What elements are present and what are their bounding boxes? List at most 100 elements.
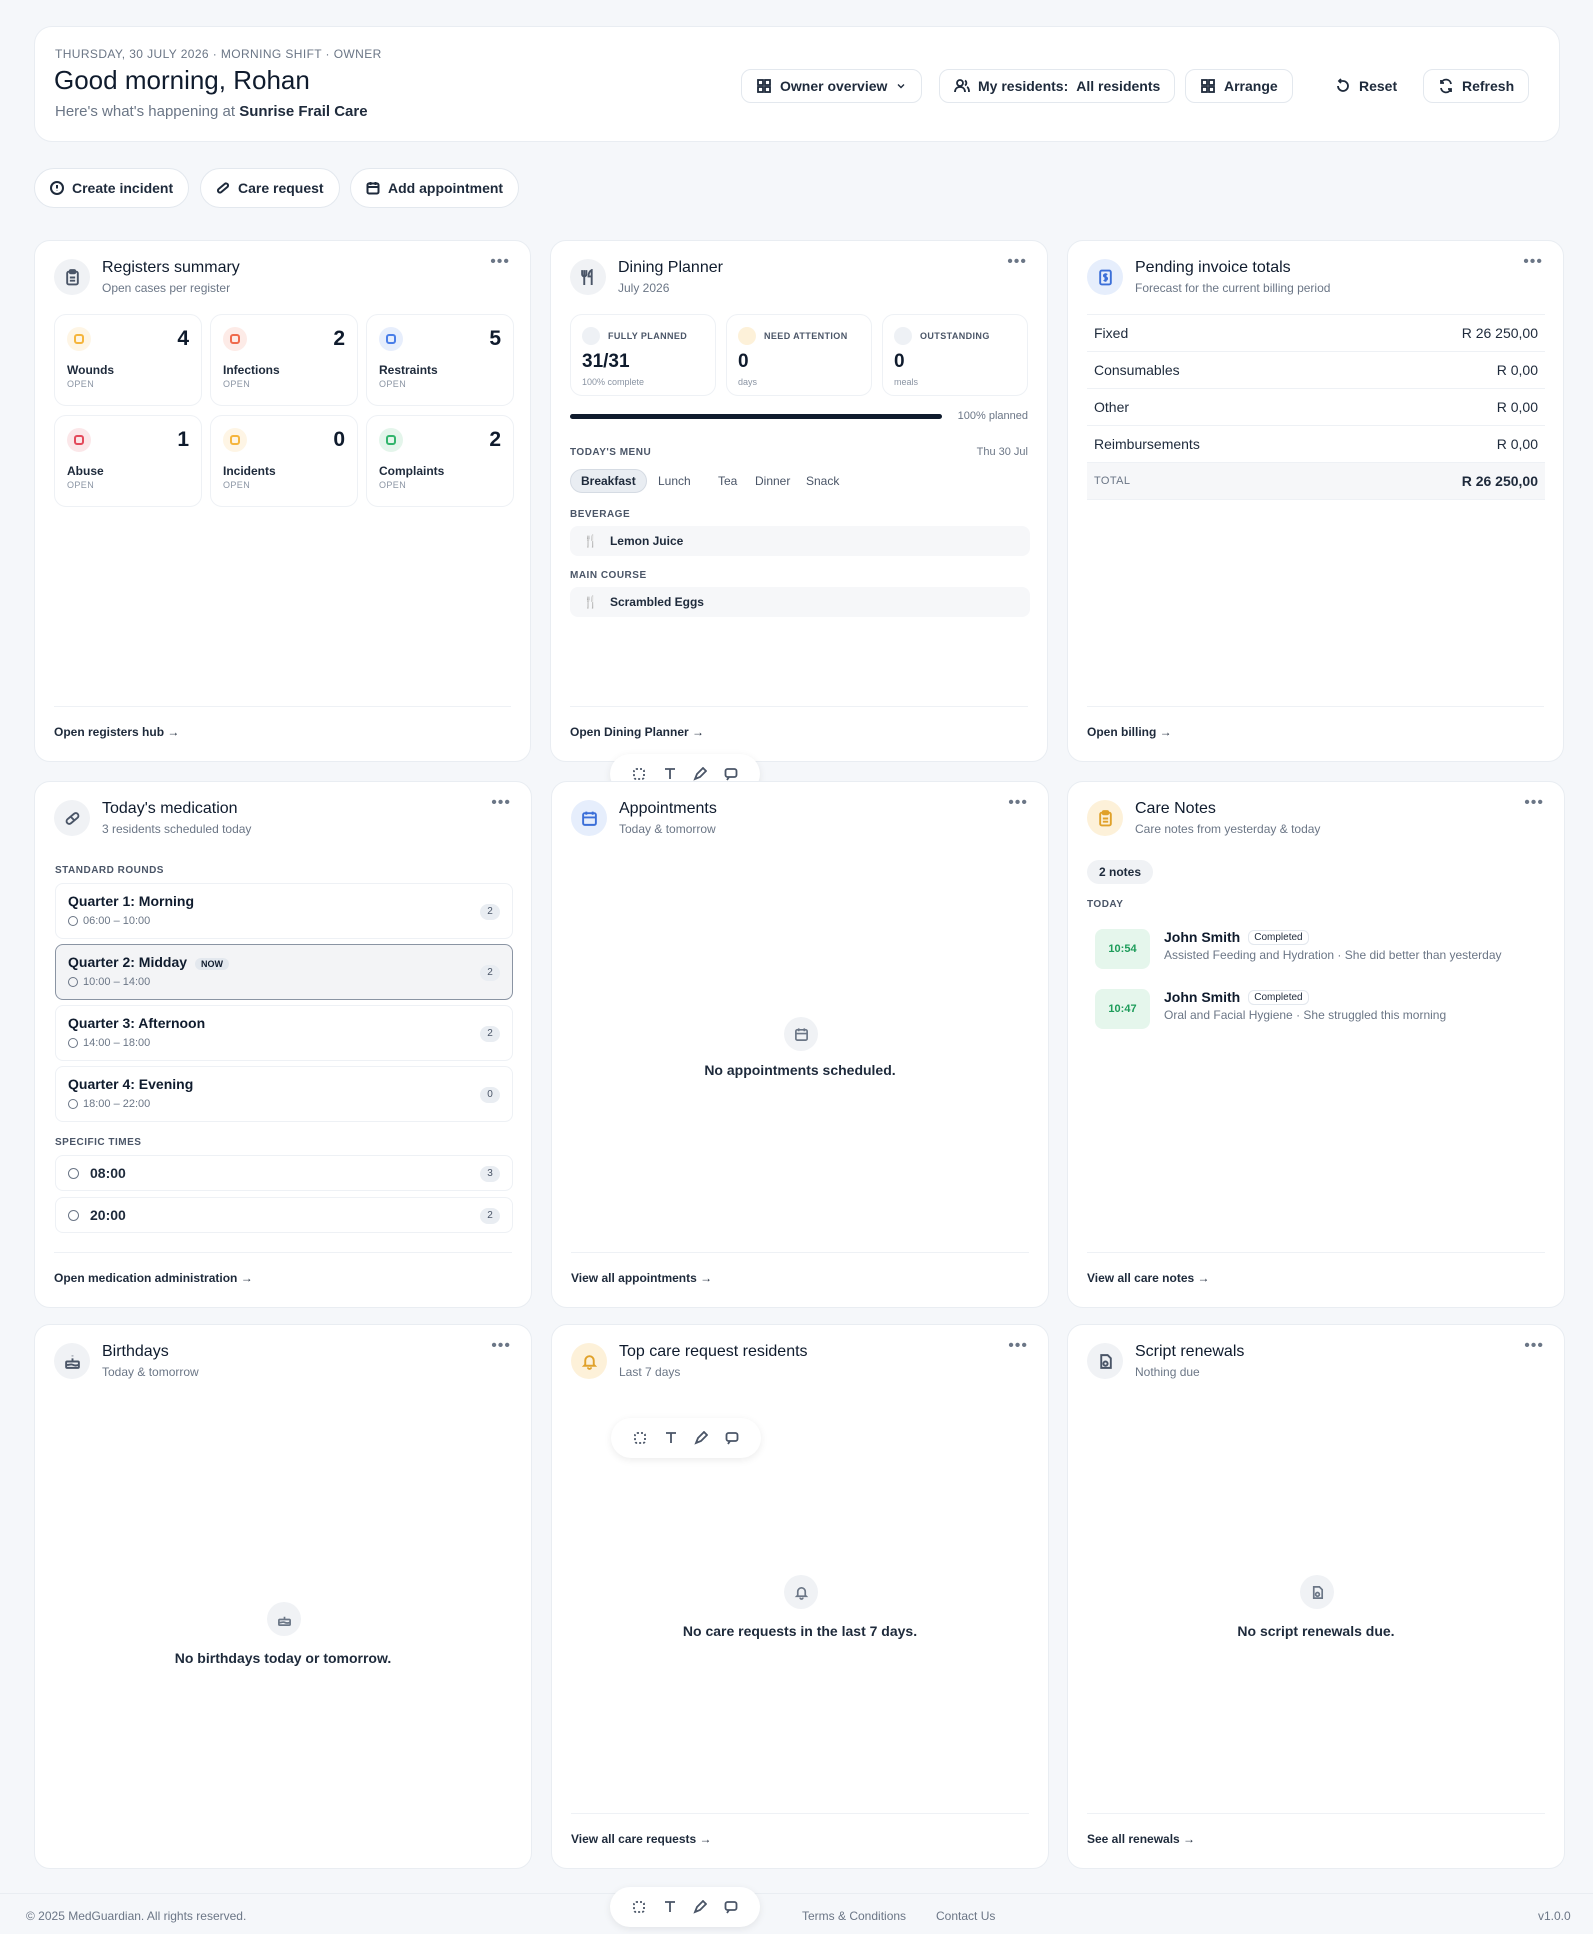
more-options-icon[interactable]: ••• bbox=[490, 253, 510, 271]
text-icon[interactable] bbox=[663, 767, 677, 781]
care-note-item[interactable]: 10:54 John Smith Completed Assisted Feedi… bbox=[1095, 929, 1502, 969]
select-icon[interactable] bbox=[632, 767, 646, 781]
see-all-renewals-link[interactable]: See all renewals → bbox=[1087, 1813, 1545, 1846]
owner-overview-dropdown[interactable]: Owner overview bbox=[741, 69, 923, 103]
round-time: 06:00 – 10:00 bbox=[83, 915, 151, 927]
pen-icon[interactable] bbox=[693, 1900, 708, 1914]
specific-time: 08:00 bbox=[90, 1165, 126, 1181]
terms-link[interactable]: Terms & Conditions bbox=[802, 1909, 906, 1923]
more-options-icon[interactable]: ••• bbox=[1007, 253, 1027, 271]
register-label: Wounds bbox=[67, 363, 115, 377]
create-incident-button[interactable]: Create incident bbox=[34, 168, 190, 208]
invoice-label: Reimbursements bbox=[1094, 436, 1200, 452]
register-tile-infections[interactable]: 2 Infections OPEN bbox=[210, 314, 358, 406]
medication-round[interactable]: Quarter 2: Midday NOW 10:00 – 14:00 2 bbox=[55, 944, 513, 1000]
footer-divider bbox=[0, 1893, 1593, 1894]
card-title: Script renewals bbox=[1135, 1343, 1245, 1360]
open-billing-link[interactable]: Open billing → bbox=[1087, 706, 1544, 739]
invoice-label: Other bbox=[1094, 399, 1130, 415]
tab-snack[interactable]: Snack bbox=[796, 469, 849, 493]
comment-icon[interactable] bbox=[724, 1900, 738, 1914]
page-header: THURSDAY, 30 JULY 2026 · MORNING SHIFT ·… bbox=[34, 26, 1560, 142]
register-count: 1 bbox=[177, 428, 189, 451]
utensils-icon: 🍴 bbox=[583, 534, 598, 548]
invoice-row: Other R 0,00 bbox=[1087, 389, 1545, 426]
register-tile-complaints[interactable]: 2 Complaints OPEN bbox=[366, 415, 514, 507]
text-icon[interactable] bbox=[663, 1900, 677, 1914]
view-all-care-notes-link[interactable]: View all care notes → bbox=[1087, 1252, 1545, 1285]
round-time: 18:00 – 22:00 bbox=[83, 1098, 151, 1110]
select-icon[interactable] bbox=[633, 1431, 647, 1445]
utensils-icon: 🍴 bbox=[583, 595, 598, 609]
register-tile-restraints[interactable]: 5 Restraints OPEN bbox=[366, 314, 514, 406]
invoice-label: Consumables bbox=[1094, 362, 1180, 378]
clock-icon bbox=[68, 977, 78, 987]
register-tile-wounds[interactable]: 4 Wounds OPEN bbox=[54, 314, 202, 406]
register-label: Complaints bbox=[379, 464, 445, 478]
medication-round[interactable]: Quarter 3: Afternoon 14:00 – 18:00 2 bbox=[55, 1005, 513, 1061]
tab-tea[interactable]: Tea bbox=[708, 469, 747, 493]
comment-icon[interactable] bbox=[724, 767, 738, 781]
tab-dinner[interactable]: Dinner bbox=[745, 469, 800, 493]
card-subtitle: July 2026 bbox=[618, 281, 670, 295]
care-notes-card: Care Notes Care notes from yesterday & t… bbox=[1067, 781, 1565, 1308]
round-time: 10:00 – 14:00 bbox=[83, 976, 151, 988]
open-registers-link[interactable]: Open registers hub → bbox=[54, 706, 511, 739]
select-icon[interactable] bbox=[632, 1900, 646, 1914]
specific-time-row[interactable]: 20:00 2 bbox=[55, 1197, 513, 1233]
card-subtitle: 3 residents scheduled today bbox=[102, 822, 252, 836]
register-icon bbox=[379, 327, 403, 351]
invoice-value: R 0,00 bbox=[1496, 399, 1538, 415]
open-medication-link[interactable]: Open medication administration → bbox=[54, 1252, 512, 1285]
open-dining-planner-link[interactable]: Open Dining Planner → bbox=[570, 706, 1028, 739]
more-options-icon[interactable]: ••• bbox=[1008, 1337, 1028, 1355]
more-options-icon[interactable]: ••• bbox=[491, 794, 511, 812]
facility-name: Sunrise Frail Care bbox=[239, 103, 368, 120]
card-subtitle: Forecast for the current billing period bbox=[1135, 281, 1331, 295]
specific-count: 3 bbox=[480, 1166, 500, 1182]
clipboard-icon bbox=[1087, 800, 1123, 836]
tab-lunch[interactable]: Lunch bbox=[648, 469, 701, 493]
more-options-icon[interactable]: ••• bbox=[1523, 253, 1543, 271]
register-tile-abuse[interactable]: 1 Abuse OPEN bbox=[54, 415, 202, 507]
add-appointment-button[interactable]: Add appointment bbox=[350, 168, 520, 208]
register-tile-incidents[interactable]: 0 Incidents OPEN bbox=[210, 415, 358, 507]
refresh-button[interactable]: Refresh bbox=[1423, 69, 1530, 103]
more-options-icon[interactable]: ••• bbox=[1008, 794, 1028, 812]
pen-icon[interactable] bbox=[693, 767, 708, 781]
contact-link[interactable]: Contact Us bbox=[936, 1909, 995, 1923]
alert-icon bbox=[50, 181, 64, 195]
register-count: 5 bbox=[489, 327, 501, 350]
pen-icon[interactable] bbox=[694, 1431, 709, 1445]
text-icon[interactable] bbox=[664, 1431, 678, 1445]
specific-time: 20:00 bbox=[90, 1207, 126, 1223]
care-note-item[interactable]: 10:47 John Smith Completed Oral and Facia… bbox=[1095, 989, 1446, 1029]
medication-round[interactable]: Quarter 4: Evening 18:00 – 22:00 0 bbox=[55, 1066, 513, 1122]
more-options-icon[interactable]: ••• bbox=[1524, 1337, 1544, 1355]
refresh-icon bbox=[1440, 78, 1452, 94]
clock-icon bbox=[68, 1099, 78, 1109]
dining-planner-card: Dining Planner July 2026 ••• FULLY PLANN… bbox=[550, 240, 1048, 762]
care-request-button[interactable]: Care request bbox=[200, 168, 340, 208]
script-renewals-card: Script renewals Nothing due ••• No scrip… bbox=[1067, 1324, 1565, 1869]
note-description: Oral and Facial Hygiene · She struggled … bbox=[1164, 1008, 1447, 1022]
invoice-value: R 0,00 bbox=[1496, 362, 1538, 378]
tab-breakfast[interactable]: Breakfast bbox=[570, 469, 647, 493]
resident-name: John Smith bbox=[1164, 929, 1241, 945]
my-residents-filter[interactable]: My residents: All residents bbox=[939, 69, 1176, 103]
note-time: 10:47 bbox=[1095, 989, 1150, 1029]
card-title: Care Notes bbox=[1135, 800, 1216, 817]
view-all-care-requests-link[interactable]: View all care requests → bbox=[571, 1813, 1029, 1846]
view-all-appointments-link[interactable]: View all appointments → bbox=[571, 1252, 1029, 1285]
more-options-icon[interactable]: ••• bbox=[1524, 794, 1544, 812]
arrange-button[interactable]: Arrange bbox=[1185, 69, 1293, 103]
comment-icon[interactable] bbox=[725, 1431, 739, 1445]
medication-round[interactable]: Quarter 1: Morning 06:00 – 10:00 2 bbox=[55, 883, 513, 939]
round-count: 2 bbox=[480, 965, 500, 981]
medication-card: Today's medication 3 residents scheduled… bbox=[34, 781, 532, 1308]
planning-progress-bar bbox=[570, 414, 942, 419]
reset-button[interactable]: Reset bbox=[1320, 69, 1413, 103]
round-count: 2 bbox=[480, 904, 500, 920]
specific-time-row[interactable]: 08:00 3 bbox=[55, 1155, 513, 1191]
more-options-icon[interactable]: ••• bbox=[491, 1337, 511, 1355]
